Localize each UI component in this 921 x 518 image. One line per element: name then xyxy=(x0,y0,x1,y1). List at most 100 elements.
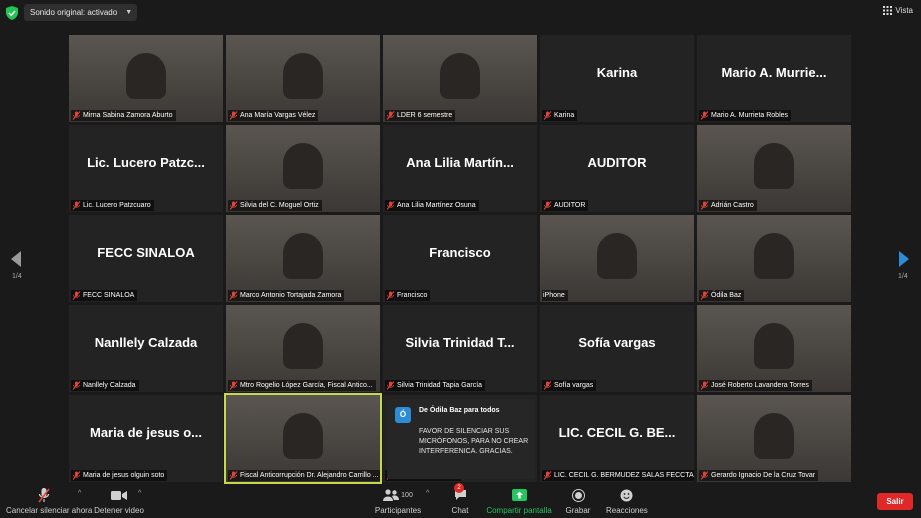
participants-button[interactable]: 100 Participantes xyxy=(374,487,422,515)
record-button[interactable]: Grabar xyxy=(564,487,592,515)
participants-options-caret-icon[interactable]: ^ xyxy=(426,490,429,497)
participant-tile[interactable]: Mtro Rogelio López García, Fiscal Antico… xyxy=(226,305,380,392)
muted-microphone-icon xyxy=(72,381,81,390)
reactions-label: Reacciones xyxy=(606,506,648,515)
participant-tile[interactable]: LIC. CECIL G. BE... LIC. CECIL G. BERMUDE… xyxy=(540,395,694,482)
person-silhouette-icon xyxy=(283,323,323,369)
video-options-caret-icon[interactable]: ^ xyxy=(138,490,141,497)
chat-button[interactable]: 2 Chat xyxy=(446,483,474,515)
participant-tile[interactable]: Ana María Vargas Vélez xyxy=(226,35,380,122)
participant-tile[interactable]: Karina Karina xyxy=(540,35,694,122)
participant-name-label: Ódila Baz xyxy=(699,290,745,301)
participant-display-name: Karina xyxy=(596,65,638,80)
muted-microphone-icon xyxy=(72,291,81,300)
audio-options-caret-icon[interactable]: ^ xyxy=(78,490,81,497)
muted-microphone-icon xyxy=(72,201,81,210)
muted-microphone-icon xyxy=(229,471,238,480)
share-screen-button[interactable]: Compartir pantalla xyxy=(486,487,552,515)
mute-button[interactable]: Cancelar silenciar ahora xyxy=(6,487,92,515)
video-feed xyxy=(697,305,851,392)
participant-name-label: Fiscal Anticorrupción Dr. Alejandro Carr… xyxy=(228,470,380,481)
participant-name: Mario A. Murrieta Robles xyxy=(711,112,789,119)
chat-sender: De Ódila Baz para todos xyxy=(419,407,500,414)
participant-name: LDER 6 semestre xyxy=(397,112,453,119)
chat-notification[interactable]: Ó De Ódila Baz para todos FAVOR DE SILEN… xyxy=(387,399,535,479)
participant-name: Ana María Vargas Vélez xyxy=(240,112,316,119)
participant-name-label: FECC SINALOA xyxy=(71,290,138,301)
participant-name: José Roberto Lavandera Torres xyxy=(711,382,809,389)
stop-video-button[interactable]: Detener video xyxy=(94,487,144,515)
participant-tile[interactable]: Ódila Baz xyxy=(697,215,851,302)
participant-tile[interactable]: Gerardo Ignacio De la Cruz Tovar xyxy=(697,395,851,482)
previous-page-arrow-icon[interactable] xyxy=(10,250,22,268)
participant-name-label: Maria de jesus olguin soto xyxy=(71,470,168,481)
participant-display-name: Sofía vargas xyxy=(578,335,656,350)
participant-tile[interactable]: Nanllely Calzada Nanllely Calzada xyxy=(69,305,223,392)
muted-microphone-icon xyxy=(229,291,238,300)
participant-tile[interactable]: Francisco Francisco xyxy=(383,215,537,302)
participant-name: Ana Lilia Martínez Osuna xyxy=(397,202,476,209)
participant-name: Lic. Lucero Patzcuaro xyxy=(83,202,151,209)
chat-message: FAVOR DE SILENCIAR SUS MICRÓFONOS, PARA … xyxy=(419,428,529,455)
participant-tile[interactable]: iPhone xyxy=(540,215,694,302)
participant-tile[interactable]: José Roberto Lavandera Torres xyxy=(697,305,851,392)
participant-name-label: Mario A. Murrieta Robles xyxy=(699,110,792,121)
muted-microphone-icon xyxy=(386,201,395,210)
share-screen-icon xyxy=(511,489,527,501)
person-silhouette-icon xyxy=(283,413,323,459)
participant-name-label: Adrián Castro xyxy=(699,200,757,211)
participant-name: Marco Antonio Tortajada Zamora xyxy=(240,292,342,299)
top-bar: Sonido original: activado ▼ Vista xyxy=(0,0,921,26)
view-label: Vista xyxy=(895,6,913,15)
participant-tile[interactable]: Sofía vargas Sofía vargas xyxy=(540,305,694,392)
participant-tile[interactable]: LDER 6 semestre xyxy=(383,35,537,122)
reaction-smiley-icon xyxy=(620,489,632,501)
participant-name: Ódila Baz xyxy=(711,292,742,299)
original-sound-dropdown[interactable]: Sonido original: activado ▼ xyxy=(24,4,138,21)
person-silhouette-icon xyxy=(754,143,794,189)
leave-meeting-button[interactable]: Salir xyxy=(877,493,913,510)
participant-display-name: Maria de jesus o... xyxy=(90,425,202,440)
next-page-arrow-icon[interactable] xyxy=(898,250,910,268)
video-feed xyxy=(226,305,380,392)
participant-tile[interactable]: Adrián Castro xyxy=(697,125,851,212)
chat-unread-badge: 2 xyxy=(454,483,464,493)
participant-tile[interactable]: AUDITOR AUDITOR xyxy=(540,125,694,212)
participant-tile[interactable]: Mirna Sabina Zamora Aburto xyxy=(69,35,223,122)
participant-name-label: Silvia Trinidad Tapia García xyxy=(385,380,486,391)
participant-tile[interactable]: Silvia Trinidad T... Silvia Trinidad Tapi… xyxy=(383,305,537,392)
participant-tile[interactable]: Fiscal Anticorrupción Dr. Alejandro Carr… xyxy=(224,393,382,484)
person-silhouette-icon xyxy=(754,413,794,459)
participant-name-label: Marco Antonio Tortajada Zamora xyxy=(228,290,345,301)
meeting-toolbar: Cancelar silenciar ahora ^ Detener video… xyxy=(0,483,921,518)
grid-view-icon xyxy=(883,6,893,15)
reactions-button[interactable]: Reacciones xyxy=(606,487,648,515)
share-screen-label: Compartir pantalla xyxy=(486,506,552,515)
participant-tile[interactable]: Silvia del C. Moguel Ortiz xyxy=(226,125,380,212)
person-silhouette-icon xyxy=(283,53,323,99)
participant-name-label: LDER 6 semestre xyxy=(385,110,456,121)
participant-name: Mirna Sabina Zamora Aburto xyxy=(83,112,173,119)
participant-name-label: Karina xyxy=(542,110,578,121)
participant-name: Sofía vargas xyxy=(554,382,594,389)
participant-name: AUDITOR xyxy=(554,202,586,209)
participant-name: Francisco xyxy=(397,292,428,299)
muted-microphone-icon xyxy=(700,111,709,120)
participant-name: Gerardo Ignacio De la Cruz Tovar xyxy=(711,472,816,479)
participant-tile[interactable]: Mario A. Murrie... Mario A. Murrieta Robl… xyxy=(697,35,851,122)
video-feed xyxy=(226,215,380,302)
participant-name-label: Gerardo Ignacio De la Cruz Tovar xyxy=(699,470,819,481)
participant-name: Silvia Trinidad Tapia García xyxy=(397,382,483,389)
participant-tile[interactable]: Lic. Lucero Patzc... Lic. Lucero Patzcuar… xyxy=(69,125,223,212)
page-indicator-left: 1/4 xyxy=(12,273,22,280)
participant-tile[interactable]: FECC SINALOA FECC SINALOA xyxy=(69,215,223,302)
participant-display-name: Lic. Lucero Patzc... xyxy=(87,155,205,170)
participant-name-label: Ana Lilia Martínez Osuna xyxy=(385,200,479,211)
muted-microphone-icon xyxy=(543,111,552,120)
participant-tile[interactable]: Ana Lilia Martín... Ana Lilia Martínez Os… xyxy=(383,125,537,212)
muted-microphone-icon xyxy=(37,487,50,502)
participant-tile[interactable]: Marco Antonio Tortajada Zamora xyxy=(226,215,380,302)
participant-tile[interactable]: Maria de jesus o... Maria de jesus olguin… xyxy=(69,395,223,482)
view-button[interactable]: Vista xyxy=(883,6,913,15)
participant-name: Fiscal Anticorrupción Dr. Alejandro Carr… xyxy=(240,472,379,479)
